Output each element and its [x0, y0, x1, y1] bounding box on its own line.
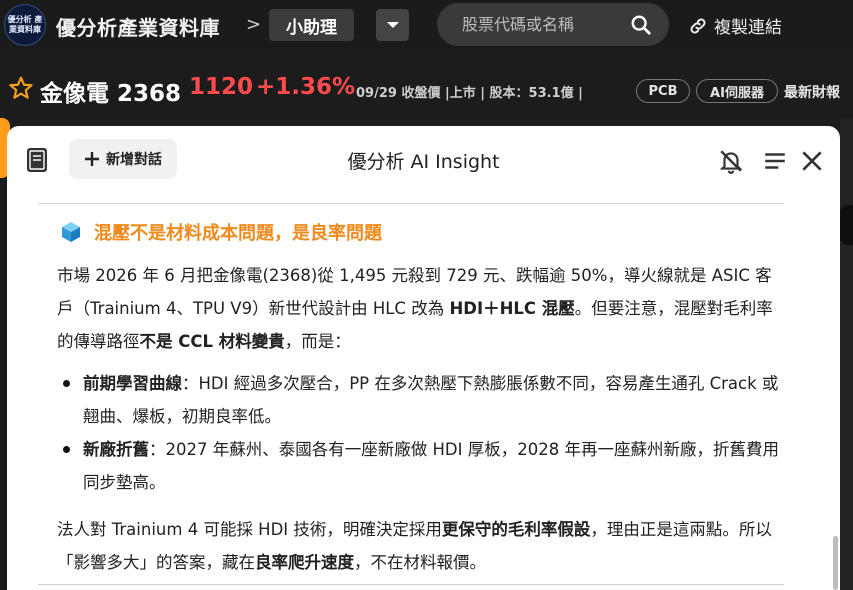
tag-ai-server[interactable]: AI伺服器: [696, 79, 778, 103]
background-panel: [840, 118, 853, 590]
bullet-head: 新廠折舊: [83, 440, 149, 459]
modal-header: 新增對話 優分析 AI Insight: [7, 126, 840, 194]
brand-title[interactable]: 優分析產業資料庫: [56, 12, 220, 41]
tag-pcb[interactable]: PCB: [636, 79, 690, 103]
text-bold: 不是 CCL 材料變貴: [139, 332, 285, 351]
cube-icon: [62, 222, 80, 242]
text-run: ，不在材料報價。: [354, 553, 486, 572]
link-icon: [690, 18, 706, 33]
chevron-down-icon: [386, 22, 399, 28]
search-input[interactable]: [462, 12, 612, 36]
logo[interactable]: 優分析 產業資料庫: [4, 4, 46, 46]
stock-meta: 09/29 收盤價 |上市 | 股本：53.1億 |: [356, 86, 583, 101]
search-icon[interactable]: [630, 14, 652, 36]
ai-insight-modal: 新增對話 優分析 AI Insight 混壓不是材料成本問題，是良率問題 市場 …: [7, 126, 840, 590]
star-icon[interactable]: [8, 75, 34, 101]
text-run: ，而是：: [284, 332, 351, 351]
logo-text: 優分析 產業資料庫: [7, 15, 43, 34]
list-item: 前期學習曲線：HDI 經過多次壓合，PP 在多次熱壓下熱膨脹係數不同，容易產生通…: [57, 367, 782, 433]
bullet-body: ：2027 年蘇州、泰國各有一座新廠做 HDI 厚板，2028 年再一座蘇州新廠…: [83, 440, 779, 492]
divider: [38, 203, 784, 204]
top-bar: 優分析 產業資料庫 優分析產業資料庫 > 小助理 複製連結: [0, 0, 853, 50]
bullet-body: ：HDI 經過多次壓合，PP 在多次熱壓下熱膨脹係數不同，容易產生通孔 Crac…: [83, 374, 779, 426]
scrollbar[interactable]: [833, 536, 838, 590]
divider: [38, 584, 784, 585]
latest-report-link[interactable]: 最新財報: [784, 82, 840, 102]
paragraph-conclusion: 法人對 Trainium 4 可能採 HDI 技術，明確決定採用更保守的毛利率假…: [57, 513, 782, 579]
breadcrumb-separator: >: [246, 14, 262, 35]
bullet-head: 前期學習曲線: [83, 374, 182, 393]
stock-name: 金像電 2368: [40, 81, 182, 107]
modal-title: 優分析 AI Insight: [347, 151, 500, 173]
menu-icon[interactable]: [762, 148, 788, 174]
text-bold: 良率爬升速度: [255, 553, 354, 572]
breadcrumb-dropdown-button[interactable]: [376, 9, 409, 41]
stock-change: +1.36%: [256, 74, 356, 100]
background-panel-tab: [840, 205, 853, 245]
insight-content: 混壓不是材料成本問題，是良率問題 市場 2026 年 6 月把金像電(2368)…: [38, 203, 784, 590]
breadcrumb-current[interactable]: 小助理: [269, 9, 354, 41]
text-run: 法人對 Trainium 4 可能採 HDI 技術，明確決定採用: [57, 520, 442, 539]
bell-off-icon[interactable]: [718, 148, 744, 174]
bullet-list: 前期學習曲線：HDI 經過多次壓合，PP 在多次熱壓下熱膨脹係數不同，容易產生通…: [57, 367, 782, 499]
paragraph-intro: 市場 2026 年 6 月把金像電(2368)從 1,495 元殺到 729 元…: [57, 259, 782, 358]
text-bold: 更保守的毛利率假設: [441, 520, 591, 539]
section-title: 混壓不是材料成本問題，是良率問題: [94, 223, 382, 244]
list-item: 新廠折舊：2027 年蘇州、泰國各有一座新廠做 HDI 厚板，2028 年再一座…: [57, 433, 782, 499]
close-icon[interactable]: [799, 148, 825, 174]
copy-link-button[interactable]: 複製連結: [688, 13, 782, 38]
text-bold: HDI＋HLC 混壓: [449, 299, 575, 318]
copy-link-label: 複製連結: [714, 18, 782, 38]
stock-price: 1120: [189, 74, 254, 100]
